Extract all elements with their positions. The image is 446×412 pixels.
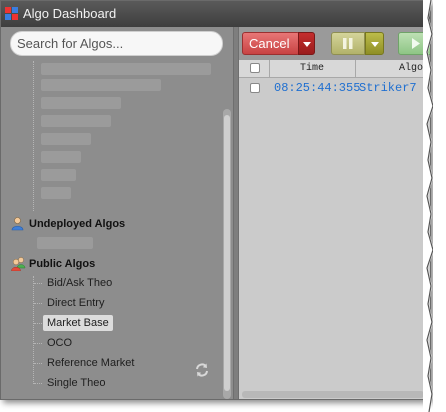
title-bar: Algo Dashboard <box>1 1 430 27</box>
undeployed-algos-header[interactable]: Undeployed Algos <box>10 216 125 234</box>
algo-item-direct-entry[interactable]: Direct Entry <box>43 295 108 311</box>
tree-branch <box>34 363 42 364</box>
window-title: Algo Dashboard <box>23 6 117 21</box>
row-time: 08:25:44:355 <box>274 81 361 95</box>
orders-panel: Cancel Time AlgoN 08:25:44:355 Striker7 <box>239 27 430 399</box>
toolbar: Cancel <box>239 27 430 60</box>
tree-branch <box>34 303 42 304</box>
tree-branch <box>34 323 42 324</box>
table-horizontal-scrollbar[interactable] <box>242 391 424 398</box>
pause-dropdown-button[interactable] <box>365 32 384 55</box>
pause-button[interactable] <box>331 32 365 55</box>
torn-edge <box>423 0 446 412</box>
scrollbar-thumb[interactable] <box>224 115 230 391</box>
tree-branch <box>34 383 42 384</box>
cancel-dropdown-button[interactable] <box>298 32 315 55</box>
search-input[interactable] <box>10 31 223 56</box>
users-group-icon <box>10 256 26 272</box>
pause-icon <box>343 38 353 49</box>
algo-item-bid-ask-theo[interactable]: Bid/Ask Theo <box>43 275 116 291</box>
table-header: Time AlgoN <box>239 60 430 78</box>
table-row[interactable]: 08:25:44:355 Striker7 <box>239 78 430 98</box>
sidebar-scrollbar[interactable] <box>223 109 231 399</box>
refresh-icon[interactable] <box>194 362 210 378</box>
chevron-down-icon <box>370 42 379 47</box>
select-all-checkbox[interactable] <box>250 63 260 73</box>
algo-dashboard-window: Algo Dashboard Undeployed Algos <box>0 0 431 400</box>
select-all-column <box>239 60 270 77</box>
public-algos-header[interactable]: Public Algos <box>10 256 95 274</box>
algo-item-oco[interactable]: OCO <box>43 335 76 351</box>
user-icon <box>10 216 25 231</box>
obscured-undeployed-item <box>37 237 93 249</box>
app-logo-icon <box>5 7 18 20</box>
algo-item-market-base[interactable]: Market Base <box>43 315 113 331</box>
chevron-down-icon <box>302 42 311 47</box>
algo-item-single-theo[interactable]: Single Theo <box>43 375 110 391</box>
column-time[interactable]: Time <box>269 60 356 77</box>
algo-item-reference-market[interactable]: Reference Market <box>43 355 138 371</box>
public-algos-tree-line <box>33 276 34 384</box>
row-algo-name: Striker7 <box>359 81 417 95</box>
algo-sidebar: Undeployed Algos Public Algos Bid/Ask Th… <box>1 27 233 399</box>
public-algos-label: Public Algos <box>29 257 96 270</box>
tree-branch <box>34 283 42 284</box>
row-checkbox[interactable] <box>250 83 260 93</box>
cancel-button[interactable]: Cancel <box>242 32 300 55</box>
tree-branch <box>34 343 42 344</box>
undeployed-algos-label: Undeployed Algos <box>29 217 126 230</box>
column-algoname[interactable]: AlgoN <box>355 60 430 77</box>
